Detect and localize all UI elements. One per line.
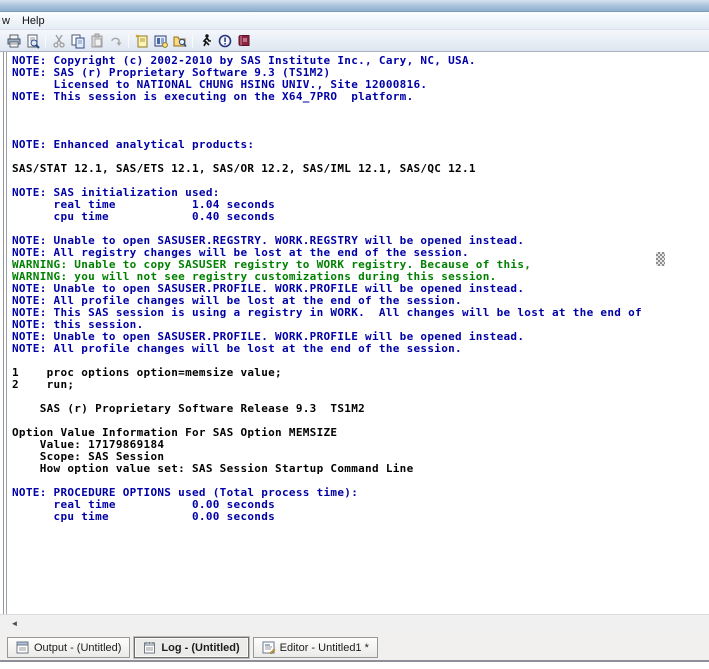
print-icon[interactable]	[4, 32, 23, 50]
title-bar	[0, 0, 709, 12]
menu-item-window-partial[interactable]: w	[0, 12, 15, 29]
sas-explorer-icon[interactable]	[151, 32, 170, 50]
submit-icon[interactable]	[196, 32, 215, 50]
help-book-icon[interactable]	[234, 32, 253, 50]
log-line: 2 run;	[12, 379, 709, 391]
tab-output[interactable]: Output - (Untitled)	[7, 637, 130, 658]
log-line: SAS/STAT 12.1, SAS/ETS 12.1, SAS/OR 12.2…	[12, 163, 709, 175]
sas-window: w Help	[0, 0, 709, 669]
copy-icon[interactable]	[68, 32, 87, 50]
menu-item-help[interactable]: Help	[15, 12, 52, 29]
tab-label: Output - (Untitled)	[34, 642, 121, 654]
paste-icon[interactable]	[87, 32, 106, 50]
log-text[interactable]: NOTE: Copyright (c) 2002-2010 by SAS Ins…	[12, 55, 709, 614]
new-library-icon[interactable]	[132, 32, 151, 50]
horizontal-scrollbar[interactable]: ◄	[0, 614, 709, 631]
log-line: cpu time 0.40 seconds	[12, 211, 709, 223]
undo-icon[interactable]	[106, 32, 125, 50]
log-line: NOTE: All profile changes will be lost a…	[12, 343, 709, 355]
editor-tab-icon	[262, 641, 275, 654]
window-bottom-edge	[0, 660, 709, 662]
output-tab-icon	[16, 641, 29, 654]
break-icon[interactable]	[215, 32, 234, 50]
tab-log[interactable]: Log - (Untitled)	[134, 637, 248, 658]
toolbar	[0, 30, 709, 52]
window-tab-bar: Output - (Untitled) Log - (Untitled)	[0, 631, 709, 660]
log-window: NOTE: Copyright (c) 2002-2010 by SAS Ins…	[0, 52, 709, 614]
log-line: NOTE: Enhanced analytical products:	[12, 139, 709, 151]
scroll-left-arrow-icon[interactable]: ◄	[8, 618, 21, 630]
log-tab-icon	[143, 641, 156, 654]
log-line: 1 proc options option=memsize value;	[12, 367, 709, 379]
menu-bar: w Help	[0, 12, 709, 30]
log-line	[12, 115, 709, 127]
log-line: SAS (r) Proprietary Software Release 9.3…	[12, 403, 709, 415]
toolbar-separator	[128, 34, 129, 48]
print-preview-icon[interactable]	[23, 32, 42, 50]
tab-label: Log - (Untitled)	[161, 642, 239, 654]
log-window-left-border	[0, 52, 9, 614]
tab-editor[interactable]: Editor - Untitled1 *	[253, 637, 378, 658]
browse-folder-icon[interactable]	[170, 32, 189, 50]
text-cursor-block	[656, 252, 665, 266]
log-line	[12, 103, 709, 115]
toolbar-separator	[45, 34, 46, 48]
toolbar-separator	[192, 34, 193, 48]
log-line: How option value set: SAS Session Startu…	[12, 463, 709, 475]
log-line: NOTE: This session is executing on the X…	[12, 91, 709, 103]
log-line: cpu time 0.00 seconds	[12, 511, 709, 523]
cut-icon[interactable]	[49, 32, 68, 50]
tab-label: Editor - Untitled1 *	[280, 642, 369, 654]
